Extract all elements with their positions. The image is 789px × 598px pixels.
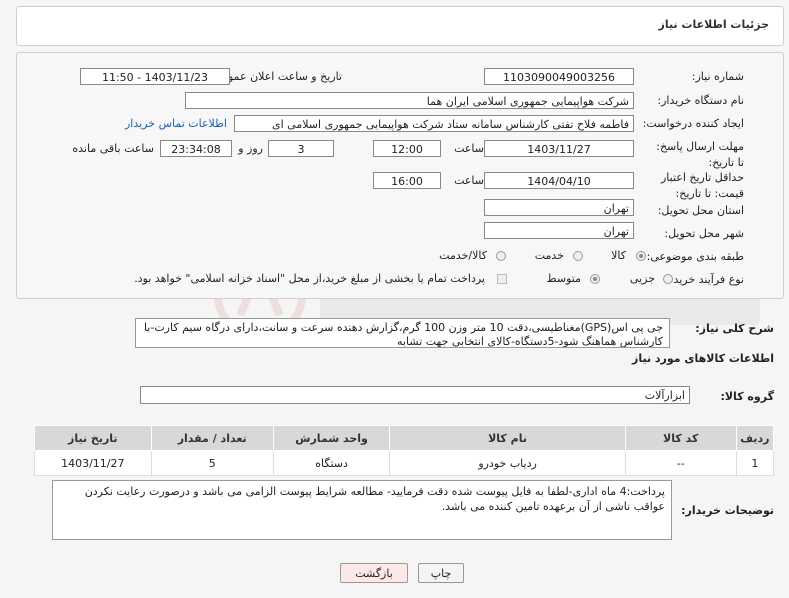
cell-row: 1 — [735, 450, 775, 476]
treasury-note: پرداخت تمام یا بخشی از مبلغ خرید،از محل … — [134, 272, 485, 285]
city-label: شهر محل تحویل: — [664, 227, 744, 240]
reply-time-field[interactable]: 12:00 — [373, 140, 441, 157]
category-radio-service[interactable] — [573, 251, 583, 261]
col-quantity: تعداد / مقدار — [150, 425, 274, 451]
treasury-checkbox[interactable] — [497, 274, 507, 284]
col-unit: واحد شمارش — [272, 425, 391, 451]
col-code: کد کالا — [624, 425, 737, 451]
days-label: روز و — [238, 142, 263, 155]
goods-section-title: اطلاعات کالاهای مورد نیاز — [632, 352, 774, 365]
print-button[interactable]: چاپ — [418, 563, 464, 583]
announce-field[interactable]: 1403/11/23 - 11:50 — [80, 68, 230, 85]
table-row[interactable]: 1 -- ردیاب خودرو دستگاه 5 1403/11/27 — [34, 450, 775, 476]
category-option-service: خدمت — [534, 249, 564, 262]
purchase-radio-minor[interactable] — [663, 274, 673, 284]
creator-label: ایجاد کننده درخواست: — [642, 117, 744, 130]
buyer-notes-label: توضیحات خریدار: — [681, 504, 774, 517]
purchase-radio-medium[interactable] — [590, 274, 600, 284]
province-label: استان محل تحویل: — [657, 204, 744, 217]
purchase-option-medium: متوسط — [546, 272, 581, 285]
purchase-option-minor: جزیی — [629, 272, 655, 285]
col-name: نام کالا — [389, 425, 626, 451]
remaining-time-field[interactable]: 23:34:08 — [160, 140, 232, 157]
category-option-both: کالا/خدمت — [439, 249, 487, 262]
creator-field[interactable]: فاطمه فلاح تفتی کارشناس سامانه ستاد شرکت… — [234, 115, 634, 132]
days-field[interactable]: 3 — [268, 140, 334, 157]
cell-name: ردیاب خودرو — [389, 450, 626, 476]
buyer-org-label: نام دستگاه خریدار: — [657, 94, 744, 107]
col-row: ردیف — [735, 425, 775, 451]
back-button[interactable]: بازگشت — [340, 563, 408, 583]
col-need-date: تاریخ نیاز — [34, 425, 152, 451]
buyer-org-field[interactable]: شرکت هواپیمایی جمهوری اسلامی ایران هما — [185, 92, 634, 109]
category-label: طبقه بندی موضوعی: — [646, 250, 744, 263]
remaining-label: ساعت باقی مانده — [72, 142, 154, 155]
need-number-field[interactable]: 1103090049003256 — [484, 68, 634, 85]
reply-date-field[interactable]: 1403/11/27 — [484, 140, 634, 157]
reply-deadline-label: مهلت ارسال پاسخ: تا تاریخ: — [656, 140, 744, 169]
price-validity-label: حداقل تاریخ اعتبار قیمت: تا تاریخ: — [660, 171, 744, 200]
goods-table: ردیف کد کالا نام کالا واحد شمارش تعداد /… — [34, 425, 775, 476]
purchase-type-label: نوع فرآیند خرید : — [666, 273, 744, 286]
page-title: جزئیات اطلاعات نیاز — [658, 18, 770, 31]
cell-quantity: 5 — [150, 450, 274, 476]
validity-time-field[interactable]: 16:00 — [373, 172, 441, 189]
city-field[interactable]: تهران — [484, 222, 634, 239]
validity-date-field[interactable]: 1404/04/10 — [484, 172, 634, 189]
page-header: جزئیات اطلاعات نیاز — [16, 6, 784, 46]
buyer-contact-link[interactable]: اطلاعات تماس خریدار — [125, 117, 227, 130]
validity-time-label: ساعت — [454, 174, 484, 187]
category-radio-both[interactable] — [496, 251, 506, 261]
province-field[interactable]: تهران — [484, 199, 634, 216]
cell-code: -- — [624, 450, 737, 476]
cell-unit: دستگاه — [272, 450, 391, 476]
cell-need-date: 1403/11/27 — [34, 450, 152, 476]
reply-time-label: ساعت — [454, 142, 484, 155]
category-radio-goods[interactable] — [636, 251, 646, 261]
goods-group-field[interactable]: ابزارآلات — [140, 386, 690, 404]
summary-label: شرح کلی نیاز: — [695, 322, 774, 335]
need-number-label: شماره نیاز: — [691, 70, 744, 83]
buyer-notes-textarea[interactable]: پرداخت:4 ماه اداری-لطفا به فایل پیوست شد… — [52, 480, 672, 540]
category-option-goods: کالا — [611, 249, 626, 262]
summary-textarea[interactable]: جی پی اس(GPS)مغناطیسی،دقت 10 متر وزن 100… — [135, 318, 670, 348]
goods-group-label: گروه کالا: — [720, 390, 774, 403]
goods-table-header: ردیف کد کالا نام کالا واحد شمارش تعداد /… — [34, 425, 775, 451]
